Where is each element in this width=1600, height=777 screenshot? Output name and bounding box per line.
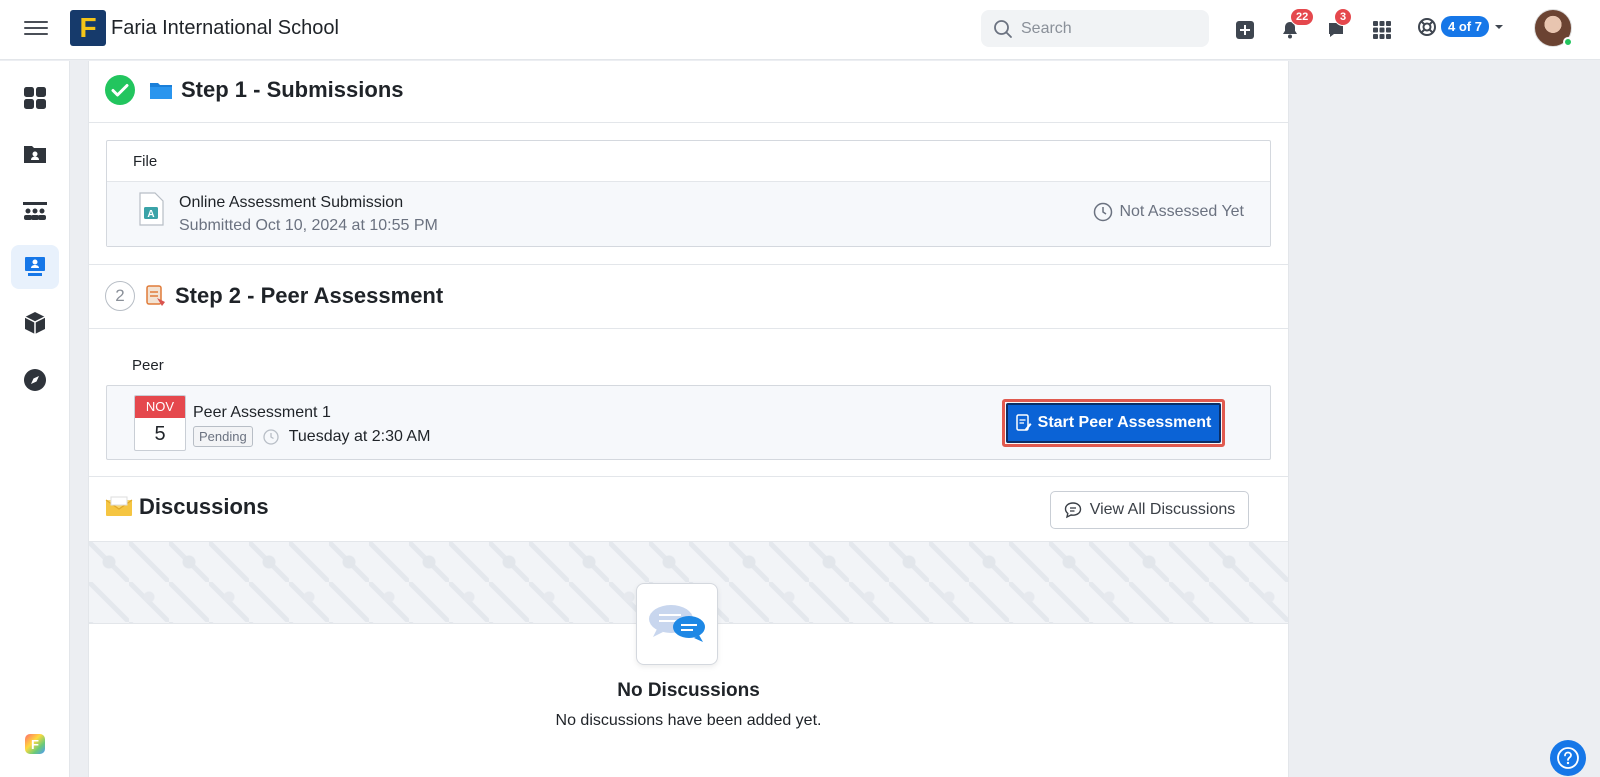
- question-mark-icon: [1557, 747, 1579, 769]
- dashboard-grid-icon: [24, 87, 46, 109]
- submission-row[interactable]: A Online Assessment Submission Submitted…: [107, 181, 1270, 246]
- sidebar-item-assessments[interactable]: [11, 245, 59, 289]
- file-document-icon: A: [139, 192, 164, 226]
- lifebuoy-icon: [1418, 17, 1436, 36]
- notifications-button[interactable]: 22: [1278, 8, 1315, 42]
- view-all-discussions-button[interactable]: View All Discussions: [1050, 491, 1249, 529]
- search-icon: [994, 19, 1012, 38]
- file-section-label: File: [133, 153, 158, 170]
- assessment-board-icon: [25, 257, 45, 276]
- box-icon: [24, 312, 46, 334]
- portal-count: 4 of 7: [1441, 16, 1489, 37]
- peer-review-icon: [146, 285, 165, 306]
- search-input[interactable]: [1021, 19, 1201, 38]
- file-type-letter: A: [147, 209, 154, 220]
- sidebar-item-resources[interactable]: [11, 301, 59, 345]
- peer-assessment-meta: Pending Tuesday at 2:30 AM: [193, 426, 430, 447]
- step1-header: Step 1 - Submissions: [105, 75, 1288, 105]
- compass-icon: [24, 369, 46, 391]
- chevron-down-icon: [1494, 24, 1503, 29]
- plus-square-icon: [1236, 21, 1254, 39]
- step1-title: Step 1 - Submissions: [181, 77, 404, 102]
- portal-switcher[interactable]: 4 of 7: [1417, 16, 1505, 37]
- notifications-badge: 22: [1290, 8, 1315, 26]
- status-badge: Pending: [193, 426, 253, 447]
- sidebar-item-portfolio[interactable]: [11, 132, 59, 176]
- speech-bubbles-icon: [649, 605, 705, 642]
- divider: [89, 122, 1288, 123]
- step2-title: Step 2 - Peer Assessment: [175, 283, 444, 308]
- no-discussions-title: No Discussions: [617, 680, 760, 701]
- apps-grid-icon: [1373, 21, 1391, 39]
- main-content: Step 1 - Submissions File A Online Asses…: [88, 61, 1289, 777]
- discussions-title: Discussions: [139, 494, 269, 519]
- peer-assessment-row[interactable]: NOV 5 Peer Assessment 1 Pending Tuesday …: [106, 385, 1271, 460]
- sidebar-item-classes[interactable]: [11, 189, 59, 233]
- help-button[interactable]: [1550, 740, 1586, 776]
- divider: [89, 328, 1288, 329]
- divider: [89, 476, 1288, 477]
- school-logo-letter: F: [79, 12, 97, 43]
- apps-button[interactable]: [1370, 18, 1394, 42]
- view-all-discussions-label: View All Discussions: [1089, 501, 1236, 518]
- clock-icon: [1094, 202, 1113, 222]
- left-sidebar: F: [0, 61, 70, 777]
- folder-icon: [150, 83, 172, 99]
- due-date-calendar: NOV 5: [134, 395, 186, 451]
- portfolio-folder-icon: [24, 146, 46, 163]
- menu-icon[interactable]: [24, 17, 48, 41]
- sidebar-item-dashboard[interactable]: [11, 76, 59, 120]
- peer-assessment-name[interactable]: Peer Assessment 1: [193, 404, 331, 422]
- comment-icon: [1064, 502, 1081, 519]
- messages-button[interactable]: 3: [1324, 8, 1353, 42]
- step2-number: 2: [105, 281, 135, 311]
- messages-badge: 3: [1334, 8, 1353, 26]
- online-status-indicator: [1563, 37, 1573, 47]
- school-name[interactable]: Faria International School: [111, 17, 339, 40]
- no-discussions-illustration: [636, 583, 718, 665]
- edit-document-icon: [1015, 414, 1032, 431]
- faria-apps-logo-letter: F: [31, 736, 39, 752]
- classes-icon: [23, 202, 47, 220]
- no-discussions-subtitle: No discussions have been added yet.: [555, 712, 822, 729]
- assessment-status: Not Assessed Yet: [1093, 202, 1244, 222]
- check-circle-icon: [105, 75, 135, 105]
- due-time: Tuesday at 2:30 AM: [288, 427, 431, 445]
- calendar-day: 5: [154, 423, 166, 445]
- start-peer-assessment-button[interactable]: Start Peer Assessment: [1006, 403, 1221, 443]
- submission-file-box: File A Online Assessment Submission Subm…: [106, 140, 1271, 247]
- start-button-label: Start Peer Assessment: [1037, 414, 1212, 431]
- file-submitted-date: Submitted Oct 10, 2024 at 10:55 PM: [179, 217, 438, 234]
- add-button[interactable]: [1233, 18, 1257, 42]
- divider: [89, 264, 1288, 265]
- sidebar-item-explore[interactable]: [11, 358, 59, 402]
- assessment-status-text: Not Assessed Yet: [1119, 203, 1244, 220]
- search-box[interactable]: [981, 10, 1209, 47]
- file-name[interactable]: Online Assessment Submission: [179, 194, 403, 212]
- clock-icon: [263, 428, 279, 445]
- step2-header: 2 Step 2 - Peer Assessment: [105, 281, 1288, 311]
- peer-section-label: Peer: [132, 357, 164, 374]
- envelope-icon: [105, 496, 133, 516]
- school-logo[interactable]: F: [70, 10, 106, 46]
- calendar-month: NOV: [135, 396, 185, 418]
- top-bar: F Faria International School 22 3 4 of 7: [0, 0, 1600, 60]
- faria-apps-logo[interactable]: F: [25, 734, 45, 754]
